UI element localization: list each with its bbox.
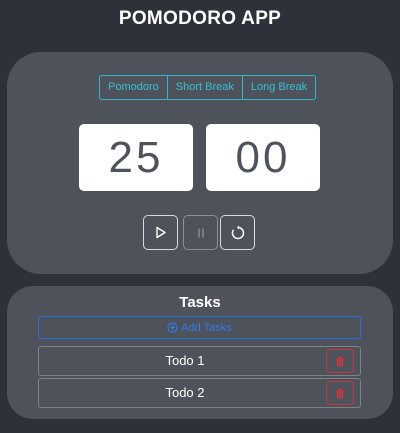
add-task-button[interactable]: Add Tasks — [38, 316, 361, 339]
mode-tabs: Pomodoro Short Break Long Break — [99, 75, 317, 100]
delete-task-button[interactable] — [326, 381, 354, 405]
play-button[interactable] — [143, 215, 178, 250]
task-item: Todo 1 — [38, 346, 361, 376]
reset-button[interactable] — [220, 215, 255, 250]
seconds-display: 00 — [206, 124, 320, 191]
tab-pomodoro[interactable]: Pomodoro — [100, 76, 168, 99]
tasks-card: Tasks Add Tasks Todo 1 Todo 2 — [7, 286, 393, 419]
task-label: Todo 2 — [165, 385, 205, 400]
pause-button[interactable] — [183, 215, 218, 250]
add-task-label: Add Tasks — [181, 321, 232, 334]
delete-task-button[interactable] — [326, 349, 354, 373]
tab-short-break[interactable]: Short Break — [168, 76, 243, 99]
minutes-display: 25 — [79, 124, 193, 191]
play-icon — [155, 226, 166, 239]
tasks-title: Tasks — [179, 294, 221, 311]
trash-icon — [335, 388, 345, 398]
trash-icon — [335, 356, 345, 366]
tab-long-break[interactable]: Long Break — [243, 76, 315, 99]
timer-card: Pomodoro Short Break Long Break 25 00 — [7, 52, 393, 274]
pause-icon — [197, 228, 204, 237]
app-title: POMODORO APP — [118, 8, 282, 29]
task-label: Todo 1 — [165, 353, 205, 368]
task-item: Todo 2 — [38, 378, 361, 408]
reset-icon — [231, 225, 244, 239]
plus-circle-icon — [167, 322, 178, 333]
